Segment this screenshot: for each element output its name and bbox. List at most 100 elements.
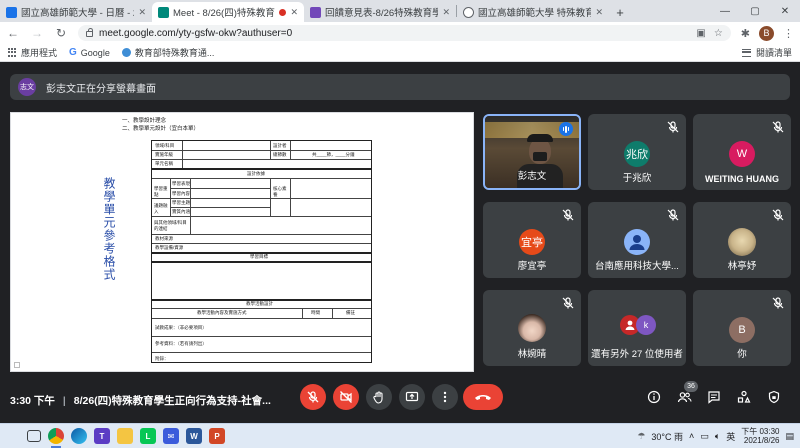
bookmark-apps[interactable]: 應用程式: [8, 46, 57, 59]
weather-text[interactable]: 30°C 雨: [651, 430, 683, 443]
self-tile[interactable]: B 你: [693, 290, 791, 366]
leave-call-button[interactable]: [463, 384, 503, 410]
bookmark-star-icon[interactable]: ☆: [714, 28, 723, 39]
meeting-details-button[interactable]: [646, 389, 662, 405]
mic-off-icon: [562, 297, 574, 309]
host-controls-button[interactable]: [766, 389, 782, 405]
bookmark-google[interactable]: G Google: [69, 47, 110, 58]
maximize-icon[interactable]: ▢: [740, 0, 770, 22]
participant-tile[interactable]: 台南應用科技大學...: [588, 202, 686, 278]
participant-tile[interactable]: 宜亭 廖宜亭: [483, 202, 581, 278]
mic-off-icon: [772, 121, 784, 133]
tab-title: 國立高雄師範大學 - 日曆 - 2021年...: [21, 8, 134, 19]
participant-tile[interactable]: 林婉晴: [483, 290, 581, 366]
tab-calendar[interactable]: 國立高雄師範大學 - 日曆 - 2021年... ✕: [0, 2, 152, 22]
chrome-icon[interactable]: [48, 428, 64, 448]
bookmark-label: 應用程式: [21, 48, 58, 58]
camera-toggle-button[interactable]: [333, 384, 359, 410]
word-icon[interactable]: W: [186, 428, 202, 444]
mail-icon[interactable]: ✉: [163, 428, 179, 444]
menu-kebab-icon[interactable]: ⋮: [783, 27, 794, 40]
volume-icon[interactable]: 🔈︎: [715, 431, 720, 442]
new-tab-button[interactable]: +: [609, 2, 631, 22]
tab-title: 國立高雄師範大學 特殊教育中心: [478, 8, 592, 19]
form-section: 設計依據: [247, 171, 265, 176]
raise-hand-button[interactable]: [366, 384, 392, 410]
clock[interactable]: 下午 03:30 2021/8/26: [741, 427, 779, 445]
mic-off-icon: [667, 209, 679, 221]
form-label: 共____節，____分鐘: [312, 152, 355, 157]
form-label: 議題融入: [154, 203, 168, 214]
participant-name: 廖宜亭: [517, 261, 547, 272]
participant-tile-speaker[interactable]: 彭志文: [483, 114, 581, 190]
participant-tile[interactable]: 林亭妤: [693, 202, 791, 278]
activities-button[interactable]: [736, 389, 752, 405]
form-label: 參考資料：（若有請列出）: [155, 341, 207, 346]
form-label: 學習主題: [172, 200, 190, 205]
mic-off-icon: [667, 121, 679, 133]
tab-special-ed-center[interactable]: 國立高雄師範大學 特殊教育中心 ✕: [457, 2, 609, 22]
close-tab-icon[interactable]: ✕: [595, 7, 603, 18]
clock-date: 2021/8/26: [743, 436, 780, 445]
present-screen-button[interactable]: [399, 384, 425, 410]
bookmark-moe-special-ed[interactable]: 教育部特殊教育通...: [121, 46, 214, 59]
form-label: 單元名稱: [155, 161, 173, 166]
forward-arrow-icon[interactable]: →: [30, 26, 44, 40]
url-text: meet.google.com/yty-gsfw-okw?authuser=0: [99, 27, 293, 39]
participant-avatar: 兆欣: [624, 141, 650, 167]
notification-icon[interactable]: ▤: [785, 431, 794, 442]
calendar-favicon-icon: [6, 6, 17, 18]
line-icon[interactable]: L: [140, 428, 156, 444]
form-label: 設計者: [273, 143, 287, 148]
participant-name: WEITING HUANG: [705, 174, 779, 184]
minimize-icon[interactable]: —: [710, 0, 740, 22]
reading-list-icon: [741, 48, 751, 57]
mic-toggle-button[interactable]: [300, 384, 326, 410]
file-explorer-icon[interactable]: [117, 428, 133, 444]
forms-favicon-icon: [310, 6, 321, 18]
more-options-button[interactable]: [432, 384, 458, 410]
participant-photo: [728, 228, 756, 256]
participant-photo: [518, 314, 546, 342]
reload-icon[interactable]: ↻: [54, 26, 68, 40]
mic-off-icon: [562, 209, 574, 221]
bookmark-label: Google: [80, 47, 110, 58]
extensions-puzzle-icon[interactable]: ✱: [741, 27, 750, 40]
clock-time: 下午 03:30: [741, 427, 780, 436]
meeting-info: 3:30 下午 | 8/26(四)特殊教育學生正向行為支持-社會...: [10, 393, 271, 408]
chat-button[interactable]: [706, 389, 722, 405]
close-window-icon[interactable]: ✕: [770, 0, 800, 22]
presenter-text: 彭志文正在分享螢幕畫面: [46, 83, 156, 95]
edge-icon[interactable]: [71, 428, 87, 444]
back-arrow-icon[interactable]: ←: [6, 26, 20, 40]
ime-indicator[interactable]: 英: [726, 430, 735, 443]
close-tab-icon[interactable]: ✕: [138, 7, 146, 18]
more-participants-tile[interactable]: k 還有另外 27 位使用者: [588, 290, 686, 366]
network-icon[interactable]: ▭: [700, 431, 709, 442]
windows-start-icon[interactable]: [6, 429, 20, 443]
participant-tile[interactable]: 兆欣 于兆欣: [588, 114, 686, 190]
form-label: 備註: [346, 310, 355, 315]
task-view-icon[interactable]: [27, 430, 41, 442]
profile-avatar[interactable]: B: [759, 25, 774, 41]
tray-chevron-icon[interactable]: ˄: [689, 431, 694, 441]
participant-tile[interactable]: W WEITING HUANG: [693, 114, 791, 190]
teams-icon[interactable]: T: [94, 428, 110, 444]
powerpoint-icon[interactable]: P: [209, 428, 225, 444]
reading-list-button[interactable]: 閱讀清單: [741, 46, 792, 59]
doc-heading-1: 一、教學設計理念: [122, 118, 167, 124]
form-label: 總節數: [273, 152, 287, 157]
browser-tab-strip: 國立高雄師範大學 - 日曆 - 2021年... ✕ Meet - 8/26(四…: [0, 0, 800, 22]
address-bar[interactable]: meet.google.com/yty-gsfw-okw?authuser=0 …: [78, 25, 731, 41]
apps-grid-icon: [8, 48, 17, 57]
form-label: 領域/科目: [155, 143, 175, 148]
tab-meet[interactable]: Meet - 8/26(四)特殊教育學... ✕: [152, 2, 304, 22]
camera-indicator-icon[interactable]: ▣: [696, 28, 705, 39]
form-label: 試教成果：（非必要項目）: [155, 325, 207, 330]
rain-cloud-icon: ☂: [637, 430, 646, 441]
close-tab-icon[interactable]: ✕: [442, 7, 450, 18]
camera-off-icon: [340, 391, 352, 403]
close-tab-icon[interactable]: ✕: [290, 7, 298, 18]
tab-feedback-form[interactable]: 回饋意見表-8/26特殊教育學生正... ✕: [304, 2, 456, 22]
meeting-title[interactable]: 8/26(四)特殊教育學生正向行為支持-社會...: [74, 395, 271, 407]
